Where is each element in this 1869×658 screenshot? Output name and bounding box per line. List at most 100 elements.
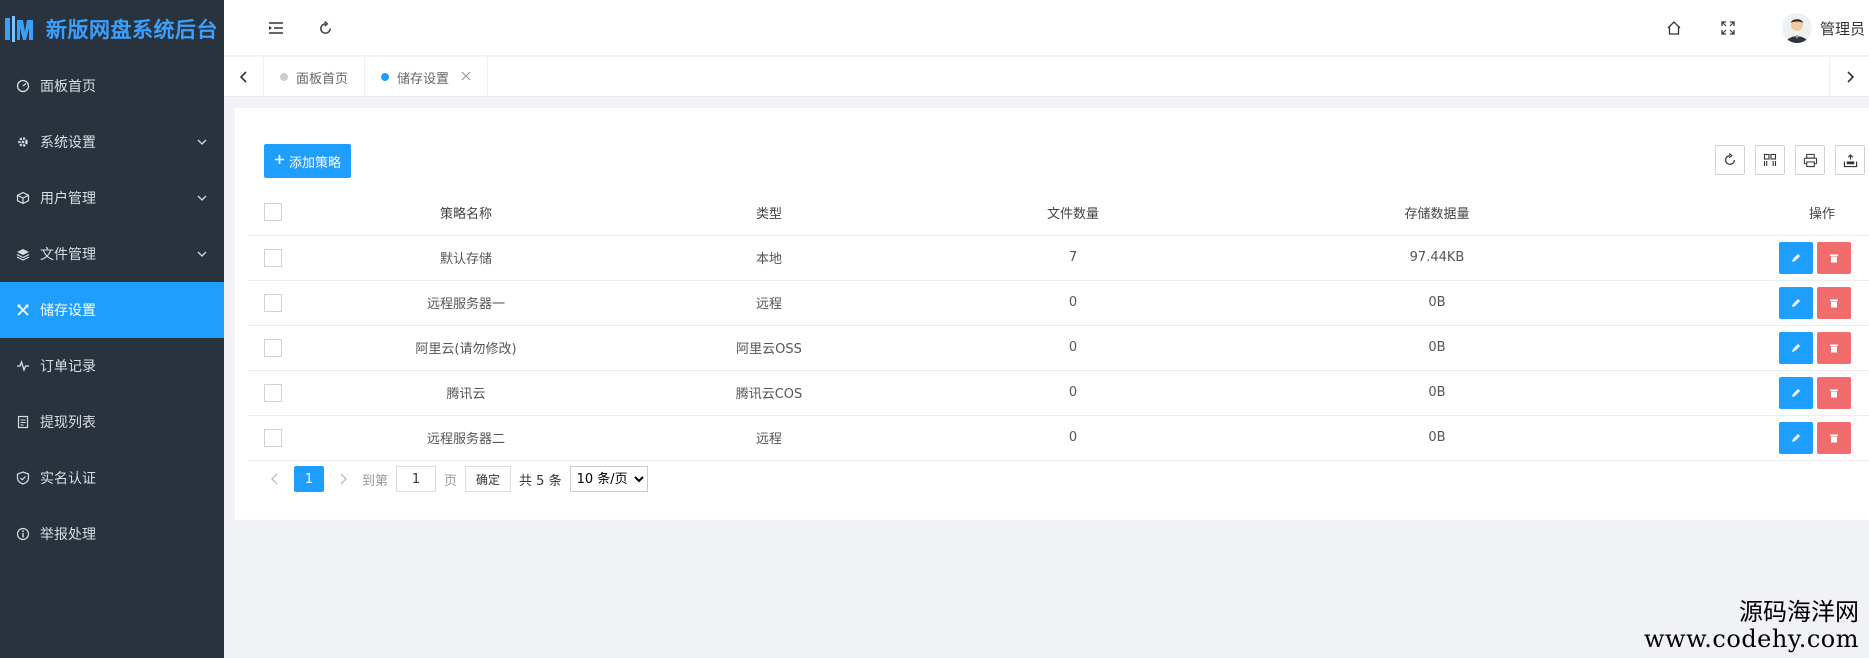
edit-button[interactable] xyxy=(1779,421,1813,454)
policy-name: 远程服务器一 xyxy=(299,280,633,326)
file-count: 0 xyxy=(905,325,1241,371)
file-count: 0 xyxy=(905,280,1241,326)
tab-label: 储存设置 xyxy=(397,71,450,87)
tab-bar: 面板首页 储存设置 xyxy=(224,57,1869,97)
policy-name: 默认存储 xyxy=(299,235,633,281)
sidebar-item-dashboard[interactable]: 面板首页 xyxy=(0,58,224,114)
avatar xyxy=(1781,13,1812,43)
sidebar-item-label: 储存设置 xyxy=(40,303,96,319)
gear-icon xyxy=(16,135,30,149)
delete-button[interactable] xyxy=(1817,331,1851,364)
column-header: 文件数量 xyxy=(905,190,1241,236)
row-checkbox[interactable] xyxy=(264,293,282,312)
select-all-checkbox[interactable] xyxy=(264,203,282,222)
prev-page-icon[interactable] xyxy=(264,466,286,492)
add-policy-label: 添加策略 xyxy=(289,155,342,171)
sidebar-item-reports[interactable]: 举报处理 xyxy=(0,506,224,562)
pencil-icon xyxy=(1792,343,1800,352)
row-checkbox[interactable] xyxy=(264,338,282,357)
sidebar-menu: 面板首页 系统设置 用户管理 文件管理 储存设置 订单记录 提现列表 实名认证 … xyxy=(0,58,224,562)
file-count: 0 xyxy=(905,415,1241,461)
policy-type: 本地 xyxy=(633,235,905,281)
next-page-icon[interactable] xyxy=(332,466,354,492)
watermark-line2: www.codehy.com xyxy=(1644,624,1859,653)
policy-name: 阿里云(请勿修改) xyxy=(299,325,633,371)
sidebar-item-label: 订单记录 xyxy=(40,359,96,375)
menu-toggle-icon[interactable] xyxy=(262,14,290,42)
storage-size: 97.44KB xyxy=(1241,235,1633,281)
sidebar-item-withdrawals[interactable]: 提现列表 xyxy=(0,394,224,450)
column-header: 存储数据量 xyxy=(1241,190,1633,236)
table-toolbar xyxy=(1715,145,1865,175)
watermark-line1: 源码海洋网 xyxy=(1739,598,1859,627)
edit-button[interactable] xyxy=(1779,241,1813,274)
page-number[interactable]: 1 xyxy=(294,466,324,492)
pulse-icon xyxy=(16,359,30,373)
tab-dashboard[interactable]: 面板首页 xyxy=(264,57,366,97)
edit-button[interactable] xyxy=(1779,331,1813,364)
row-checkbox[interactable] xyxy=(264,428,282,447)
row-checkbox[interactable] xyxy=(264,248,282,267)
logo[interactable]: 新版网盘系统后台 xyxy=(0,0,224,58)
select-all-cell xyxy=(247,190,299,236)
pencil-icon xyxy=(1792,253,1800,262)
delete-button[interactable] xyxy=(1817,241,1851,274)
pagination: 1 到第 页 确定 共 5 条 10 条/页 xyxy=(264,466,648,492)
sidebar-item-user-management[interactable]: 用户管理 xyxy=(0,170,224,226)
policy-name: 腾讯云 xyxy=(299,370,633,416)
fullscreen-icon[interactable] xyxy=(1714,14,1742,42)
chevron-down-icon xyxy=(196,136,208,148)
cube-icon xyxy=(16,191,30,205)
logo-icon xyxy=(4,12,38,46)
goto-confirm-button[interactable]: 确定 xyxy=(465,466,512,492)
sidebar-item-system-settings[interactable]: 系统设置 xyxy=(0,114,224,170)
delete-button[interactable] xyxy=(1817,376,1851,409)
sidebar-item-storage-settings[interactable]: 储存设置 xyxy=(0,282,224,338)
export-button[interactable] xyxy=(1835,145,1865,175)
username: 管理员 xyxy=(1819,19,1865,38)
goto-suffix: 页 xyxy=(444,473,458,489)
sidebar-item-label: 文件管理 xyxy=(40,247,96,263)
sidebar: 新版网盘系统后台 面板首页 系统设置 用户管理 文件管理 储存设置 订单记录 提… xyxy=(0,0,224,658)
refresh-icon[interactable] xyxy=(311,14,339,42)
tabs-scroll-left-icon[interactable] xyxy=(224,57,264,97)
content-panel: 添加策略 策略名称 类型 文件数量 存储数据量 操作 默认存储 本地 7 97.… xyxy=(235,108,1869,520)
table-row: 远程服务器二 远程 0 0B xyxy=(247,415,1869,461)
pencil-icon xyxy=(1792,298,1800,307)
edit-button[interactable] xyxy=(1779,376,1813,409)
policy-table: 策略名称 类型 文件数量 存储数据量 操作 默认存储 本地 7 97.44KB xyxy=(247,190,1869,461)
sidebar-item-file-management[interactable]: 文件管理 xyxy=(0,226,224,282)
sidebar-item-label: 举报处理 xyxy=(40,527,96,543)
policy-type: 腾讯云COS xyxy=(633,370,905,416)
sidebar-item-order-records[interactable]: 订单记录 xyxy=(0,338,224,394)
delete-button[interactable] xyxy=(1817,286,1851,319)
table-row: 远程服务器一 远程 0 0B xyxy=(247,280,1869,326)
row-checkbox[interactable] xyxy=(264,383,282,402)
tabs-scroll-right-icon[interactable] xyxy=(1829,57,1869,97)
refresh-table-button[interactable] xyxy=(1715,145,1745,175)
home-icon[interactable] xyxy=(1660,14,1688,42)
print-button[interactable] xyxy=(1795,145,1825,175)
watermark: 源码海洋网 www.codehy.com xyxy=(1644,599,1859,652)
columns-button[interactable] xyxy=(1755,145,1785,175)
storage-size: 0B xyxy=(1241,325,1633,371)
add-policy-button[interactable]: 添加策略 xyxy=(264,144,352,178)
total-count: 共 5 条 xyxy=(519,473,562,489)
close-icon[interactable] xyxy=(461,69,471,85)
trash-icon xyxy=(1830,299,1838,307)
clipboard-icon xyxy=(16,415,30,429)
page-size-select[interactable]: 10 条/页 xyxy=(569,466,648,492)
tools-icon xyxy=(16,303,30,317)
export-icon xyxy=(1843,153,1857,167)
user-menu[interactable]: 管理员 xyxy=(1781,12,1865,44)
goto-page-input[interactable] xyxy=(396,466,437,492)
tab-label: 面板首页 xyxy=(296,71,349,87)
sidebar-item-label: 系统设置 xyxy=(40,135,96,151)
edit-button[interactable] xyxy=(1779,286,1813,319)
sidebar-item-label: 用户管理 xyxy=(40,191,96,207)
sidebar-item-real-name-auth[interactable]: 实名认证 xyxy=(0,450,224,506)
tab-storage-settings[interactable]: 储存设置 xyxy=(365,57,489,97)
delete-button[interactable] xyxy=(1817,421,1851,454)
tab-dot xyxy=(280,73,288,81)
app-title: 新版网盘系统后台 xyxy=(46,18,218,42)
